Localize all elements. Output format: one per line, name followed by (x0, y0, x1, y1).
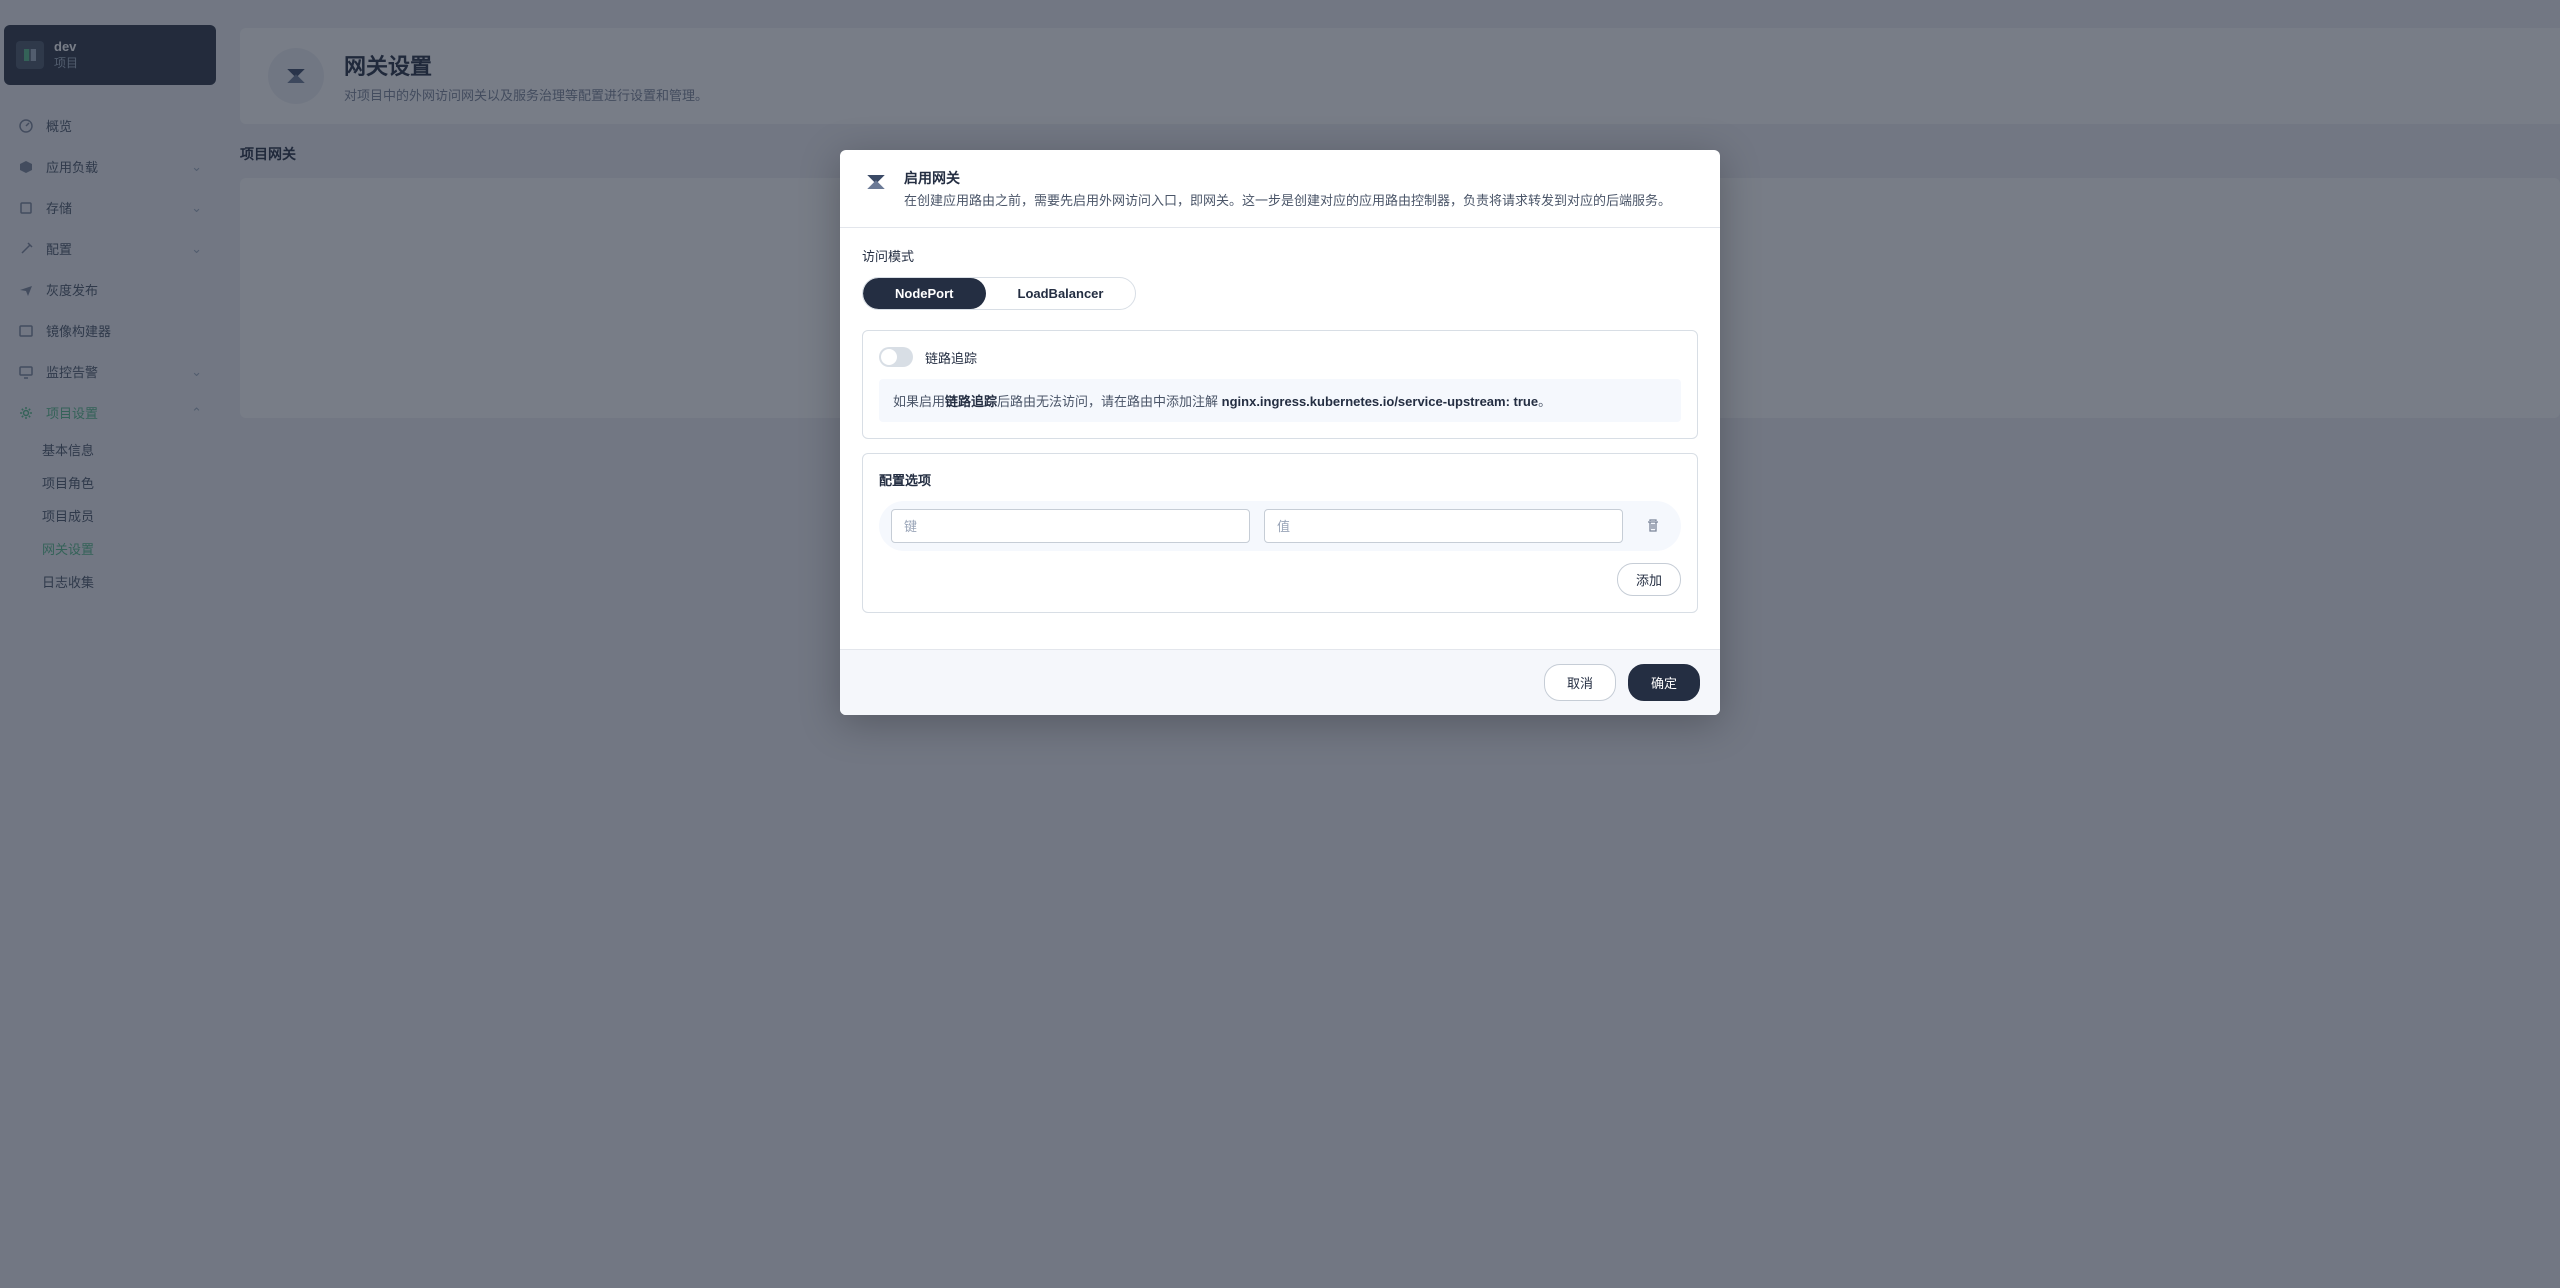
config-title: 配置选项 (879, 470, 1681, 489)
hint-code: nginx.ingress.kubernetes.io/service-upst… (1222, 394, 1538, 409)
modal-footer: 取消 确定 (840, 649, 1720, 715)
cancel-button[interactable]: 取消 (1544, 664, 1616, 701)
hint-mid: 后路由无法访问，请在路由中添加注解 (997, 394, 1222, 409)
key-input[interactable] (891, 509, 1250, 543)
tab-loadbalancer[interactable]: LoadBalancer (986, 278, 1136, 309)
access-mode-label: 访问模式 (862, 246, 1698, 265)
hint-bold: 链路追踪 (945, 394, 997, 409)
delete-row-button[interactable] (1637, 510, 1669, 542)
config-panel: 配置选项 添加 (862, 453, 1698, 613)
value-input[interactable] (1264, 509, 1623, 543)
modal-body: 访问模式 NodePort LoadBalancer 链路追踪 如果启用链路追踪… (840, 228, 1720, 649)
trace-toggle[interactable] (879, 347, 913, 367)
trace-hint: 如果启用链路追踪后路由无法访问，请在路由中添加注解 nginx.ingress.… (879, 379, 1681, 422)
confirm-button[interactable]: 确定 (1628, 664, 1700, 701)
trace-panel: 链路追踪 如果启用链路追踪后路由无法访问，请在路由中添加注解 nginx.ing… (862, 330, 1698, 439)
tab-nodeport[interactable]: NodePort (863, 278, 986, 309)
hint-suffix: 。 (1538, 394, 1551, 409)
hint-text: 如果启用 (893, 394, 945, 409)
modal-enable-gateway: 启用网关 在创建应用路由之前，需要先启用外网访问入口，即网关。这一步是创建对应的… (840, 150, 1720, 715)
access-mode-segmented: NodePort LoadBalancer (862, 277, 1136, 310)
modal-header: 启用网关 在创建应用路由之前，需要先启用外网访问入口，即网关。这一步是创建对应的… (840, 150, 1720, 228)
gateway-icon (862, 168, 890, 196)
trash-icon (1645, 518, 1661, 534)
kv-row (879, 501, 1681, 551)
modal-title: 启用网关 (904, 168, 1671, 188)
modal-overlay: 启用网关 在创建应用路由之前，需要先启用外网访问入口，即网关。这一步是创建对应的… (0, 0, 2560, 1288)
modal-desc: 在创建应用路由之前，需要先启用外网访问入口，即网关。这一步是创建对应的应用路由控… (904, 190, 1671, 209)
add-kv-button[interactable]: 添加 (1617, 563, 1681, 596)
trace-label: 链路追踪 (925, 348, 977, 367)
